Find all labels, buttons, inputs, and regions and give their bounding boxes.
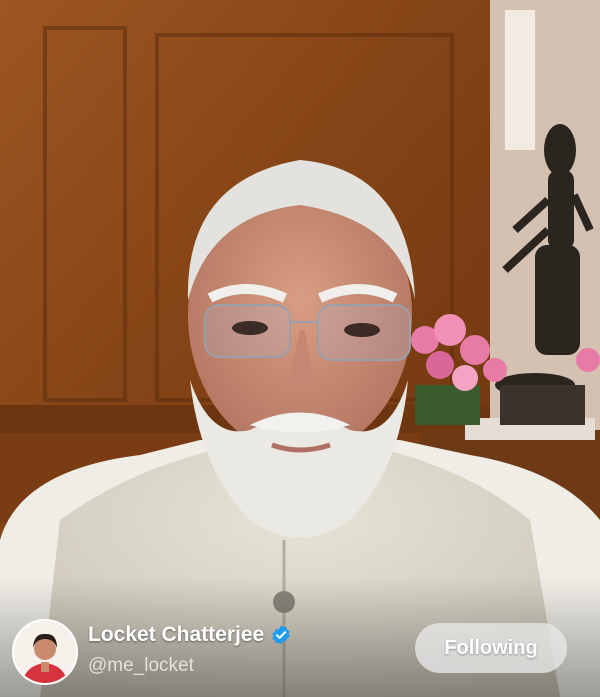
- avatar-image: [14, 621, 76, 683]
- author-handle[interactable]: @me_locket: [88, 655, 194, 677]
- author-bar: Locket Chatterjee @me_locket Following: [0, 611, 600, 697]
- video-post: Locket Chatterjee @me_locket Following: [0, 0, 600, 697]
- author-display-name[interactable]: Locket Chatterjee: [88, 623, 264, 647]
- following-button[interactable]: Following: [415, 623, 567, 673]
- verified-badge-icon: [272, 625, 290, 645]
- author-name-row: Locket Chatterjee: [88, 623, 292, 647]
- author-avatar[interactable]: [12, 619, 78, 685]
